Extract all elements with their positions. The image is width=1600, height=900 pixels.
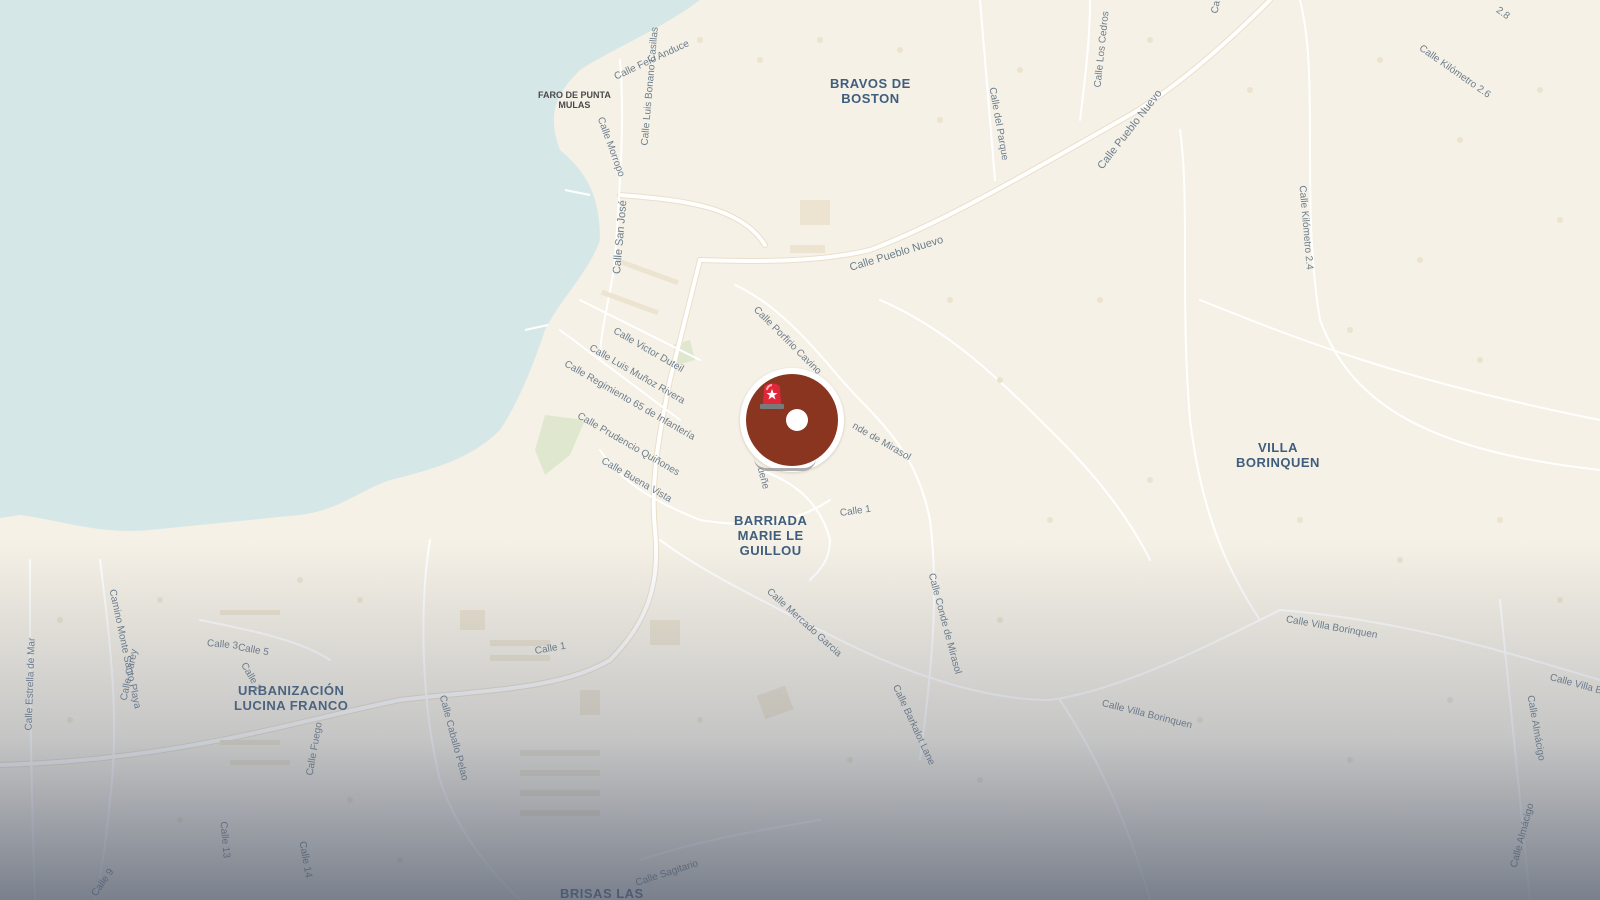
marker-shadow [754, 458, 816, 471]
marker-center [786, 409, 808, 431]
siren-icon [760, 383, 784, 409]
street-label: Ca [1209, 0, 1223, 15]
poi-label-faro-de-punta-mulas: FARO DE PUNTA MULAS [538, 90, 611, 110]
place-label-barriada-marie-le-guillou: BARRIADA MARIE LE GUILLOU [734, 513, 808, 558]
place-label-bravos-de-boston: BRAVOS DE BOSTON [830, 76, 911, 106]
incident-marker[interactable] [740, 368, 844, 472]
place-label-villa-borinquen: VILLA BORINQUEN [1236, 440, 1320, 470]
place-label-brisas-las: BRISAS LAS [560, 886, 644, 900]
map-canvas[interactable]: BRAVOS DE BOSTON VILLA BORINQUEN BARRIADA M… [0, 0, 1600, 900]
